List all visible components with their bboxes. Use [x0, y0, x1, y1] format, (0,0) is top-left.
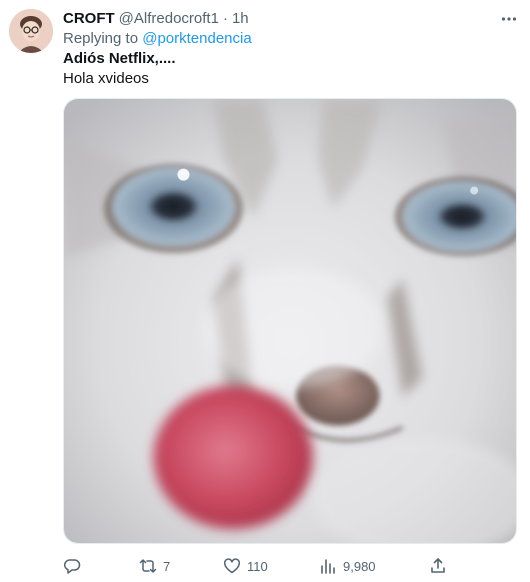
like-count: 110 — [247, 558, 268, 574]
reply-icon — [63, 557, 81, 575]
reply-button[interactable] — [63, 552, 87, 580]
user-handle[interactable]: @Alfredocroft1 — [119, 9, 219, 29]
like-button[interactable]: 110 — [223, 552, 268, 580]
tweet-text-line-1: Adiós Netflix,.... — [63, 50, 176, 67]
retweet-icon — [139, 557, 157, 575]
tweet-media-image[interactable] — [63, 98, 517, 544]
heart-icon — [223, 557, 241, 575]
replying-to-label: Replying to — [63, 30, 139, 47]
tweet-header: CROFT @Alfredocroft1 · 1h — [63, 9, 510, 29]
share-icon — [429, 557, 447, 575]
tweet-text: Adiós Netflix,.... Hola xvideos — [63, 49, 503, 89]
avatar[interactable] — [9, 9, 53, 53]
retweet-count: 7 — [163, 558, 171, 574]
tweet-actions: 7 110 9,980 — [63, 552, 453, 580]
bar-chart-icon — [319, 557, 337, 575]
separator-dot: · — [222, 10, 228, 27]
replying-to: Replying to @porktendencia — [63, 29, 252, 49]
display-name[interactable]: CROFT — [63, 9, 115, 29]
replying-to-mention[interactable]: @porktendencia — [142, 30, 251, 47]
view-count: 9,980 — [343, 558, 376, 574]
share-button[interactable] — [429, 552, 447, 580]
tweet-text-line-2: Hola xvideos — [63, 70, 149, 87]
timestamp[interactable]: 1h — [232, 9, 249, 29]
more-horizontal-icon[interactable] — [500, 10, 518, 28]
retweet-button[interactable]: 7 — [139, 552, 170, 580]
views-button[interactable]: 9,980 — [319, 552, 376, 580]
